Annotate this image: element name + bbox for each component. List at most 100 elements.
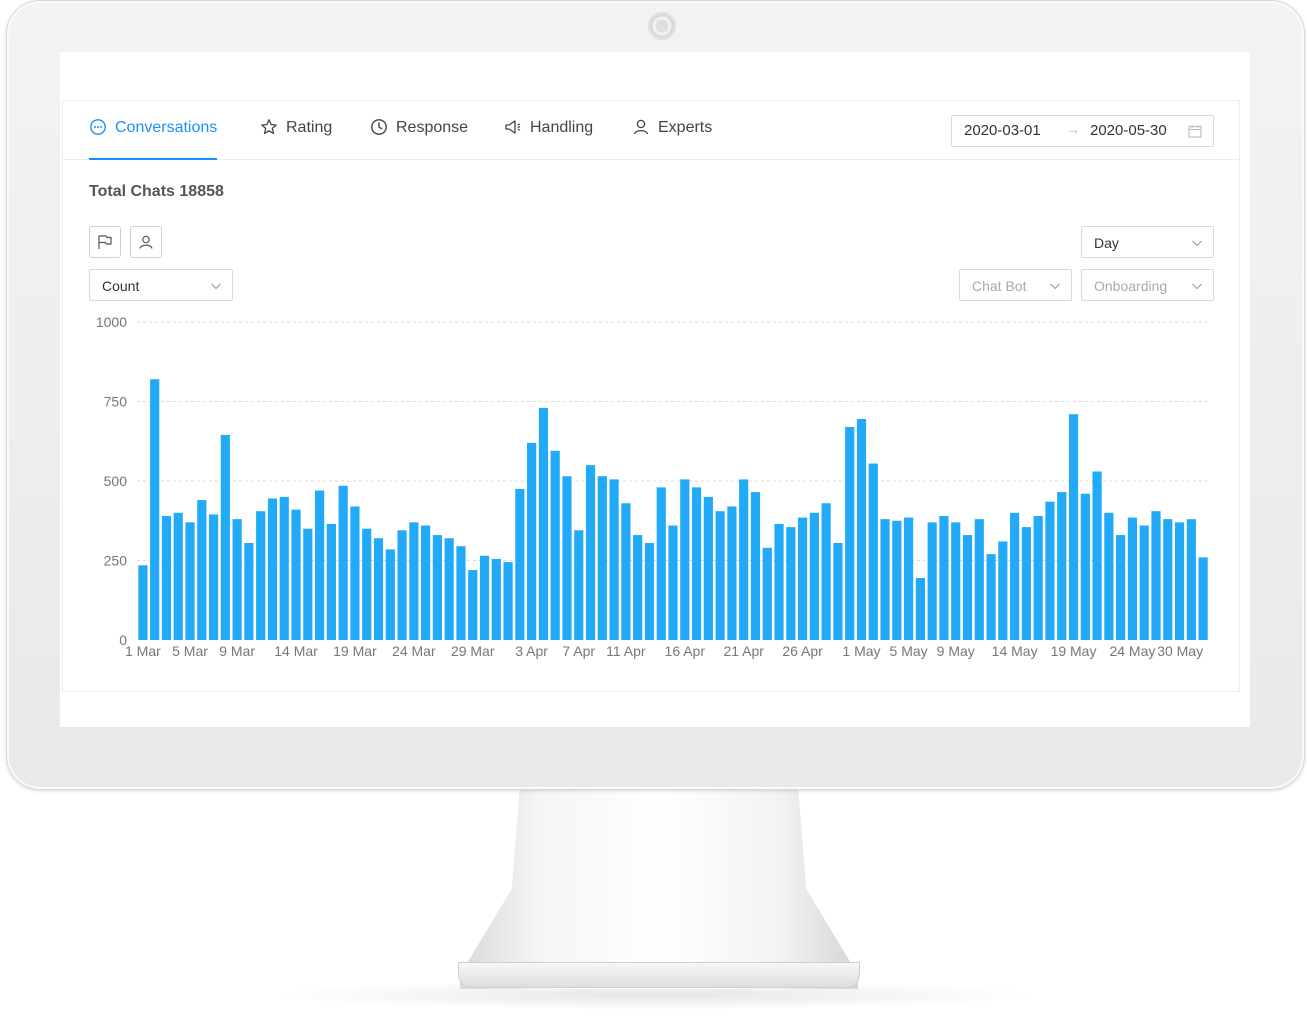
bar[interactable] bbox=[656, 487, 666, 640]
bar[interactable] bbox=[409, 522, 419, 640]
bar[interactable] bbox=[915, 577, 925, 640]
bar[interactable] bbox=[1033, 515, 1043, 640]
bar[interactable] bbox=[1116, 535, 1126, 640]
bar[interactable] bbox=[315, 490, 325, 640]
bar[interactable] bbox=[739, 479, 749, 640]
bar[interactable] bbox=[574, 530, 584, 640]
bar[interactable] bbox=[432, 535, 442, 640]
bar[interactable] bbox=[974, 519, 984, 640]
bar[interactable] bbox=[503, 562, 513, 640]
bar[interactable] bbox=[267, 498, 278, 640]
bar[interactable] bbox=[338, 485, 348, 640]
x-tick-label: 7 Apr bbox=[562, 643, 595, 659]
bar[interactable] bbox=[585, 465, 596, 640]
bar[interactable] bbox=[385, 549, 395, 640]
bar[interactable] bbox=[680, 479, 690, 640]
bar[interactable] bbox=[256, 511, 266, 640]
bar[interactable] bbox=[220, 434, 230, 640]
x-tick-label: 26 Apr bbox=[782, 643, 823, 659]
bar[interactable] bbox=[703, 496, 713, 640]
bar[interactable] bbox=[161, 515, 172, 640]
bar[interactable] bbox=[138, 565, 148, 640]
bar[interactable] bbox=[797, 517, 808, 640]
bar[interactable] bbox=[1010, 512, 1020, 640]
bar[interactable] bbox=[1068, 414, 1079, 640]
bar[interactable] bbox=[1151, 511, 1161, 640]
bar[interactable] bbox=[1163, 519, 1173, 640]
bar[interactable] bbox=[150, 379, 160, 640]
bar[interactable] bbox=[939, 515, 949, 640]
bar[interactable] bbox=[727, 506, 737, 640]
bar[interactable] bbox=[621, 503, 631, 640]
bar[interactable] bbox=[350, 506, 360, 640]
bar[interactable] bbox=[1198, 557, 1208, 640]
bar[interactable] bbox=[821, 503, 831, 640]
bar[interactable] bbox=[951, 522, 961, 640]
bar[interactable] bbox=[456, 546, 466, 640]
bar[interactable] bbox=[373, 538, 384, 640]
bar[interactable] bbox=[444, 538, 454, 640]
bar[interactable] bbox=[786, 527, 796, 640]
bar[interactable] bbox=[644, 543, 655, 640]
bar[interactable] bbox=[715, 511, 725, 640]
bar[interactable] bbox=[1186, 519, 1196, 640]
bar[interactable] bbox=[1092, 471, 1102, 640]
bar[interactable] bbox=[892, 520, 902, 640]
bar[interactable] bbox=[538, 407, 549, 640]
bar[interactable] bbox=[986, 554, 996, 640]
bar[interactable] bbox=[998, 541, 1008, 640]
x-tick-label: 5 Mar bbox=[172, 643, 208, 659]
daily-chats-bar-chart: 025050075010001 Mar 5 Mar 9 Mar 14 Mar 19 Ma… bbox=[96, 314, 1208, 659]
bar[interactable] bbox=[197, 500, 207, 640]
y-tick-label: 1000 bbox=[96, 314, 127, 330]
bar[interactable] bbox=[527, 442, 537, 640]
bar[interactable] bbox=[491, 558, 501, 640]
bar[interactable] bbox=[279, 496, 289, 640]
bar[interactable] bbox=[550, 450, 560, 640]
bar[interactable] bbox=[845, 426, 855, 640]
bar[interactable] bbox=[962, 535, 973, 640]
bar[interactable] bbox=[421, 525, 431, 640]
bar[interactable] bbox=[609, 479, 619, 640]
y-tick-label: 500 bbox=[104, 473, 128, 489]
bar[interactable] bbox=[774, 523, 784, 640]
bar[interactable] bbox=[1057, 492, 1067, 640]
bar[interactable] bbox=[668, 525, 678, 640]
bar[interactable] bbox=[232, 519, 242, 640]
bar[interactable] bbox=[597, 476, 607, 640]
bar[interactable] bbox=[208, 514, 219, 640]
bar[interactable] bbox=[468, 570, 478, 640]
bar[interactable] bbox=[291, 509, 301, 640]
x-tick-label: 16 Apr bbox=[665, 643, 706, 659]
bar[interactable] bbox=[762, 547, 772, 640]
bar[interactable] bbox=[927, 522, 937, 640]
bar[interactable] bbox=[880, 519, 890, 640]
bar[interactable] bbox=[750, 492, 761, 640]
bar[interactable] bbox=[1174, 522, 1185, 640]
bar[interactable] bbox=[562, 476, 572, 640]
bar[interactable] bbox=[1080, 493, 1090, 640]
bar[interactable] bbox=[1127, 517, 1138, 640]
bar[interactable] bbox=[868, 463, 878, 640]
bar[interactable] bbox=[326, 523, 336, 640]
x-tick-label: 5 May bbox=[890, 643, 928, 659]
camera-icon bbox=[648, 12, 676, 40]
bar[interactable] bbox=[397, 530, 407, 640]
bar[interactable] bbox=[809, 512, 819, 640]
bar[interactable] bbox=[691, 487, 702, 640]
bar[interactable] bbox=[633, 535, 643, 640]
bar[interactable] bbox=[1139, 525, 1149, 640]
bar[interactable] bbox=[479, 555, 490, 640]
bar[interactable] bbox=[1045, 501, 1055, 640]
bar[interactable] bbox=[303, 528, 313, 640]
bar[interactable] bbox=[244, 543, 254, 640]
bar[interactable] bbox=[362, 528, 372, 640]
bar[interactable] bbox=[904, 517, 914, 640]
bar[interactable] bbox=[833, 543, 843, 640]
bar[interactable] bbox=[1104, 512, 1114, 640]
bar[interactable] bbox=[173, 512, 183, 640]
bar[interactable] bbox=[515, 488, 525, 640]
bar[interactable] bbox=[185, 522, 195, 640]
bar[interactable] bbox=[1021, 527, 1031, 640]
bar[interactable] bbox=[856, 418, 867, 640]
